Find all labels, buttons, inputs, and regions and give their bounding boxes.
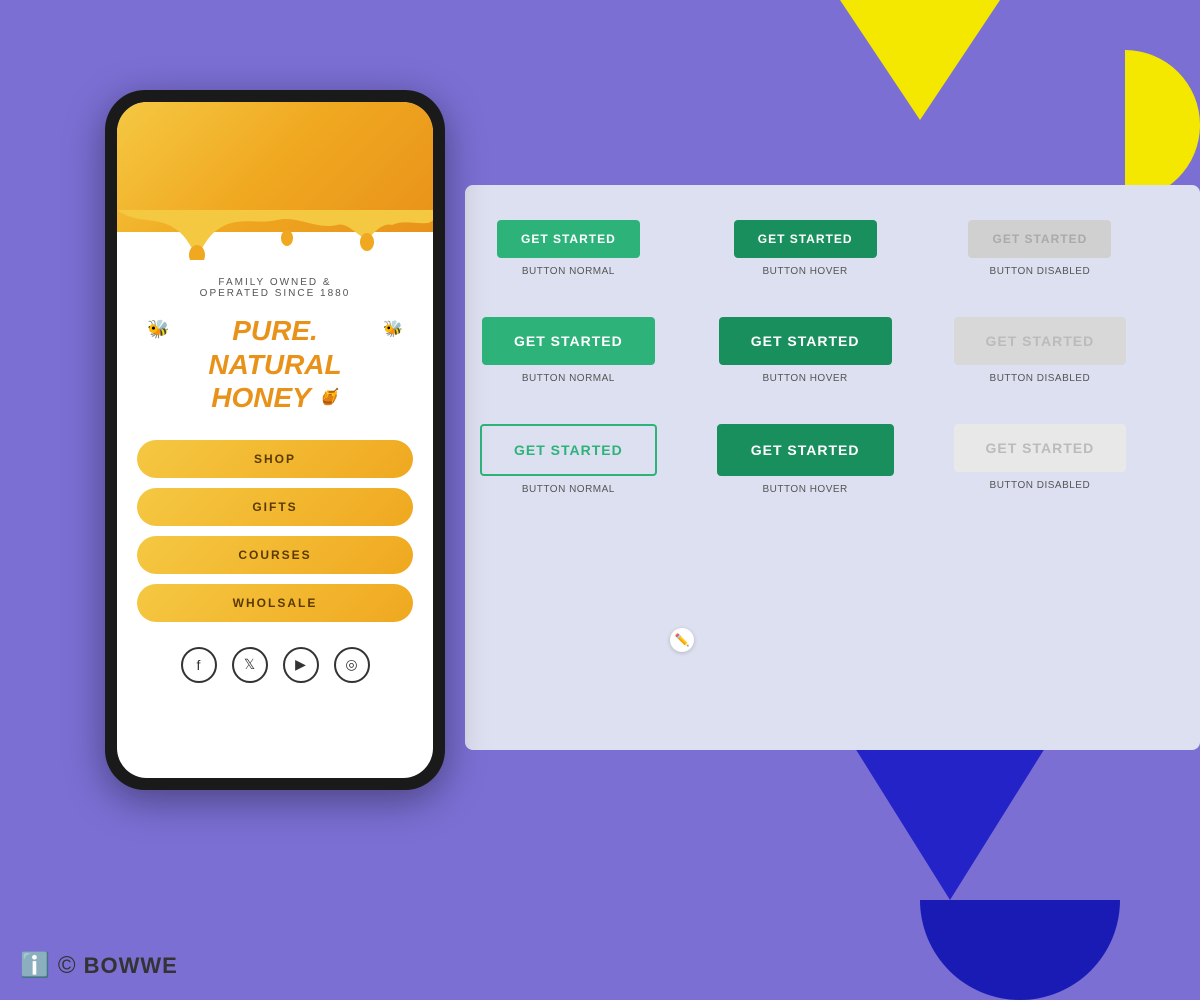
phone-subtitle: FAMILY OWNED & OPERATED SINCE 1880 [200,277,351,299]
phone-mockup: FAMILY OWNED & OPERATED SINCE 1880 🐝 PUR… [105,90,445,790]
btn-cell-disabled-lg: GET STARTED BUTTON DISABLED [954,424,1127,491]
honey-header [117,102,433,232]
btn-label-hover-md: BUTTON HOVER [762,373,847,384]
phone-content: FAMILY OWNED & OPERATED SINCE 1880 🐝 PUR… [117,232,433,778]
facebook-icon[interactable]: f [181,647,217,683]
pencil-cursor-icon: ✏️ [670,628,694,652]
bee-left-icon: 🐝 [147,319,169,340]
bowwe-logo: BOWWE [84,953,178,979]
btn-cell-disabled-md: GET STARTED BUTTON DISABLED [954,317,1127,384]
phone-screen: FAMILY OWNED & OPERATED SINCE 1880 🐝 PUR… [117,102,433,778]
nav-courses-button[interactable]: COURSES [137,536,413,574]
info-icon: ℹ️ [20,951,50,980]
btn-label-normal-sm: BUTTON NORMAL [522,266,615,277]
button-grid: GET STARTED BUTTON NORMAL GET STARTED BU… [480,220,1126,495]
btn-disabled-lg: GET STARTED [954,424,1127,472]
honey-emoji: 🍯 [319,388,339,407]
footer: ℹ️ © BOWWE [20,951,178,980]
btn-disabled-md: GET STARTED [954,317,1127,365]
phone-nav-buttons: SHOP GIFTS COURSES WHOLSALE [137,440,413,622]
btn-hover-lg[interactable]: GET STARTED [717,424,894,476]
btn-normal-md[interactable]: GET STARTED [482,317,655,365]
btn-label-hover-lg: BUTTON HOVER [762,484,847,495]
title-row: 🐝 PURE. NATURAL HONEY 🍯 🐝 [137,314,413,435]
btn-label-disabled-lg: BUTTON DISABLED [990,480,1091,491]
btn-hover-md[interactable]: GET STARTED [719,317,892,365]
btn-hover-sm[interactable]: GET STARTED [734,220,877,258]
btn-cell-hover-lg: GET STARTED BUTTON HOVER [717,424,894,495]
btn-cell-hover-sm: GET STARTED BUTTON HOVER [717,220,894,277]
btn-cell-disabled-sm: GET STARTED BUTTON DISABLED [954,220,1127,277]
cc-icon: © [58,952,76,980]
twitter-icon[interactable]: 𝕏 [232,647,268,683]
btn-disabled-sm: GET STARTED [968,220,1111,258]
nav-gifts-button[interactable]: GIFTS [137,488,413,526]
honey-title: PURE. NATURAL HONEY 🍯 [137,314,413,415]
btn-normal-lg[interactable]: GET STARTED [480,424,657,476]
btn-label-disabled-sm: BUTTON DISABLED [990,266,1091,277]
btn-cell-normal-md: GET STARTED BUTTON NORMAL [480,317,657,384]
bee-right-icon: 🐝 [383,319,403,339]
btn-label-normal-lg: BUTTON NORMAL [522,484,615,495]
social-icons: f 𝕏 ▶ ◎ [181,647,370,683]
instagram-icon[interactable]: ◎ [334,647,370,683]
youtube-icon[interactable]: ▶ [283,647,319,683]
bg-triangle-yellow [840,0,1000,120]
btn-label-hover-sm: BUTTON HOVER [762,266,847,277]
btn-cell-normal-sm: GET STARTED BUTTON NORMAL [480,220,657,277]
nav-shop-button[interactable]: SHOP [137,440,413,478]
btn-normal-sm[interactable]: GET STARTED [497,220,640,258]
bg-triangle-blue [850,740,1050,900]
nav-wholsale-button[interactable]: WHOLSALE [137,584,413,622]
bg-circle-yellow [1050,50,1200,200]
btn-cell-hover-md: GET STARTED BUTTON HOVER [717,317,894,384]
btn-label-normal-md: BUTTON NORMAL [522,373,615,384]
btn-label-disabled-md: BUTTON DISABLED [990,373,1091,384]
btn-cell-normal-lg: GET STARTED BUTTON NORMAL [480,424,657,495]
